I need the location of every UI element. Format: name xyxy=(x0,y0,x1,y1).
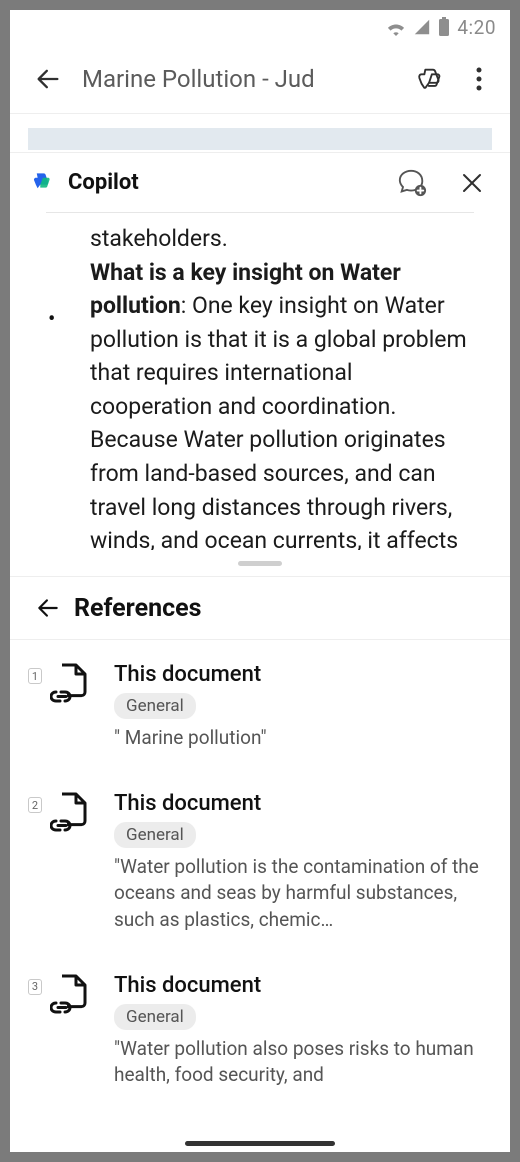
home-indicator[interactable] xyxy=(10,1141,510,1146)
app-screen: 4:20 Marine Pollution - Jud Copilot xyxy=(0,0,520,1162)
reference-body: This document General " Marine pollution… xyxy=(114,662,492,751)
copilot-prev-fragment: stakeholders. xyxy=(68,222,474,256)
reference-tag: General xyxy=(114,822,196,848)
cell-signal-icon xyxy=(413,18,431,36)
document-link-icon xyxy=(48,973,92,1017)
references-back-button[interactable] xyxy=(28,588,68,628)
copilot-panel-title: Copilot xyxy=(68,170,392,195)
reference-body: This document General "Water pollution i… xyxy=(114,791,492,933)
copilot-bullet-item: • What is a key insight on Water polluti… xyxy=(68,256,474,550)
document-link-icon xyxy=(48,791,92,835)
copilot-response[interactable]: stakeholders. • What is a key insight on… xyxy=(10,212,510,550)
reference-tag: General xyxy=(114,1004,196,1030)
reference-number-badge: 3 xyxy=(28,979,42,995)
panel-drag-handle[interactable] xyxy=(10,550,510,576)
arrow-left-icon xyxy=(34,65,62,93)
more-vertical-icon xyxy=(476,67,482,91)
wifi-icon xyxy=(385,18,407,36)
copilot-bullet-text: : One key insight on Water pollution is … xyxy=(90,292,467,550)
reference-snippet: "Water pollution is the contamination of… xyxy=(114,854,486,933)
copilot-logo-icon xyxy=(28,169,56,197)
reference-title: This document xyxy=(114,791,486,816)
copilot-outline-icon xyxy=(415,64,445,94)
reference-number-badge: 1 xyxy=(28,668,42,684)
close-icon xyxy=(461,172,483,194)
status-bar: 4:20 xyxy=(10,10,510,44)
document-title: Marine Pollution - Jud xyxy=(82,65,410,93)
more-options-button[interactable] xyxy=(462,59,496,99)
reference-number-badge: 2 xyxy=(28,797,42,813)
arrow-left-icon xyxy=(35,595,61,621)
references-list[interactable]: 1 This document General " Marine polluti… xyxy=(10,640,510,1088)
reference-item[interactable]: 3 This document General "Water pollution… xyxy=(28,973,492,1088)
reference-snippet: " Marine pollution" xyxy=(114,725,486,751)
copilot-response-line: stakeholders. xyxy=(68,222,474,256)
reference-body: This document General "Water pollution a… xyxy=(114,973,492,1088)
reference-snippet: "Water pollution also poses risks to hum… xyxy=(114,1036,486,1088)
new-chat-button[interactable] xyxy=(392,163,432,203)
copilot-toolbar-button[interactable] xyxy=(410,59,450,99)
battery-icon xyxy=(437,17,451,37)
reference-tag: General xyxy=(114,693,196,719)
close-copilot-button[interactable] xyxy=(452,163,492,203)
app-header: Marine Pollution - Jud xyxy=(10,44,510,114)
bullet-icon: • xyxy=(48,304,55,336)
reference-item[interactable]: 2 This document General "Water pollution… xyxy=(28,791,492,933)
back-button[interactable] xyxy=(28,59,68,99)
status-time: 4:20 xyxy=(457,16,496,39)
reference-item[interactable]: 1 This document General " Marine polluti… xyxy=(28,662,492,751)
document-link-icon xyxy=(48,662,92,706)
reference-title: This document xyxy=(114,973,486,998)
copilot-panel-header: Copilot xyxy=(10,152,510,212)
reference-title: This document xyxy=(114,662,486,687)
document-content-selection xyxy=(28,128,492,150)
chat-plus-icon xyxy=(397,168,427,198)
document-peek xyxy=(10,114,510,152)
references-header: References xyxy=(10,576,510,640)
references-title: References xyxy=(74,594,201,623)
